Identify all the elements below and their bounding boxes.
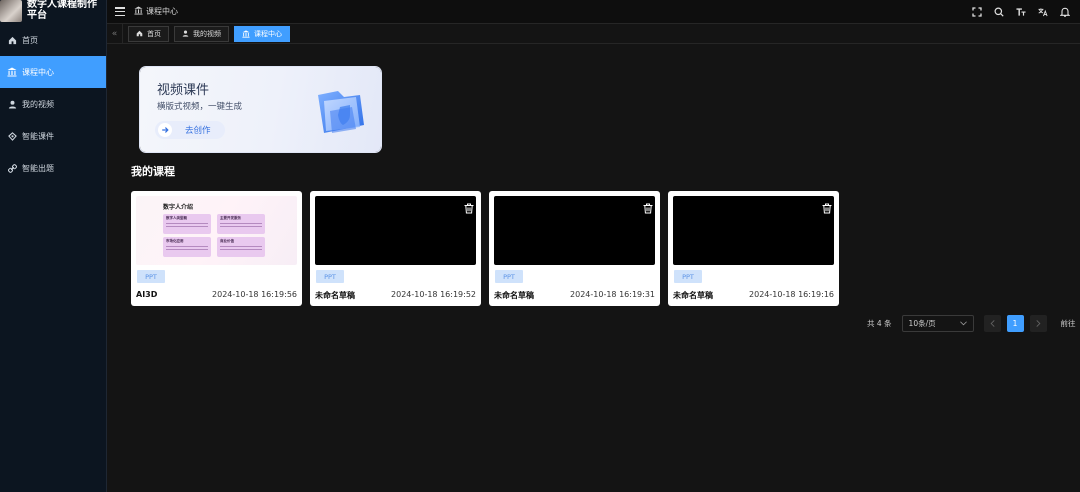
tab-home[interactable]: 首页 (128, 25, 169, 42)
tab-my-videos[interactable]: 我的视频 (174, 25, 229, 42)
delete-icon[interactable] (643, 199, 653, 214)
page-size-select[interactable]: 10条/页 (901, 315, 974, 332)
tags-collapse-icon[interactable]: « (107, 23, 123, 44)
sidebar-item-smart-courseware[interactable]: 智能课件 (0, 120, 106, 152)
ppt-preview-box: 商业价值 (217, 237, 265, 257)
sidebar-item-label: 智能出题 (22, 163, 54, 173)
sidebar-item-label: 我的视频 (22, 99, 54, 109)
course-time: 2024-10-18 16:19:31 (570, 290, 655, 299)
ppt-box-heading: 数字人类型概 (166, 216, 187, 220)
tab-course-center[interactable]: 课程中心 (234, 25, 290, 42)
course-time: 2024-10-18 16:19:16 (749, 290, 834, 299)
course-card[interactable]: PPT 未命名草稿 2024-10-18 16:19:16 (668, 191, 839, 306)
course-name: AI3D (136, 290, 158, 299)
course-type-badge: PPT (674, 270, 702, 283)
course-thumbnail (673, 196, 834, 265)
user-icon (182, 30, 189, 37)
user-icon (7, 99, 17, 109)
pagination-total: 共 4 条 (867, 319, 892, 328)
fullscreen-icon[interactable] (972, 7, 982, 17)
home-icon (136, 30, 143, 37)
delete-icon[interactable] (822, 199, 832, 214)
sidebar-menu: 首页 课程中心 我的视频 智能课件 智能出题 (0, 24, 106, 184)
bank-icon (134, 6, 143, 17)
ppt-preview-box: 主要开发服务 (217, 214, 265, 234)
ppt-box-heading: 商业价值 (220, 239, 234, 243)
ppt-preview-title: 数字人介绍 (163, 204, 194, 211)
breadcrumb-label[interactable]: 课程中心 (146, 6, 178, 17)
main-content: 视频课件 横版式视频，一键生成 去创作 我的课程 数字人介绍 数字人类型概 主要… (107, 45, 1080, 492)
course-time: 2024-10-18 16:19:56 (212, 290, 297, 299)
sidebar-item-smart-quiz[interactable]: 智能出题 (0, 152, 106, 184)
go-create-button[interactable]: 去创作 (155, 121, 225, 139)
course-thumbnail (315, 196, 476, 265)
course-type-badge: PPT (137, 270, 165, 283)
tab-label: 我的视频 (193, 29, 221, 38)
banner-subtitle: 横版式视频，一键生成 (157, 102, 243, 112)
sidebar-item-my-videos[interactable]: 我的视频 (0, 88, 106, 120)
breadcrumb: 课程中心 (134, 6, 178, 17)
font-size-icon[interactable] (1016, 7, 1026, 17)
sidebar: 数字人课程制作平台 首页 课程中心 我的视频 智能课件 智能出题 (0, 0, 107, 492)
tags-view: « 首页 我的视频 课程中心 (107, 23, 1080, 44)
course-name: 未命名草稿 (494, 291, 534, 300)
sidebar-item-course-center[interactable]: 课程中心 (0, 56, 106, 88)
course-card[interactable]: PPT 未命名草稿 2024-10-18 16:19:52 (310, 191, 481, 306)
brand: 数字人课程制作平台 (0, 0, 106, 24)
ppt-box-heading: 主要开发服务 (220, 216, 241, 220)
bell-icon[interactable] (1060, 7, 1070, 17)
sidebar-item-label: 智能课件 (22, 131, 54, 141)
link-icon (7, 163, 17, 173)
brand-title: 数字人课程制作平台 (27, 0, 97, 21)
search-icon[interactable] (994, 7, 1004, 17)
sidebar-item-label: 首页 (22, 35, 38, 45)
ppt-preview-box: 市场化应用 (163, 237, 211, 257)
course-name: 未命名草稿 (315, 291, 355, 300)
chevron-down-icon (959, 319, 967, 328)
prev-page-button[interactable] (983, 315, 1001, 332)
page-number-button[interactable]: 1 (1006, 315, 1024, 332)
bank-icon (7, 67, 17, 77)
course-list: 数字人介绍 数字人类型概 主要开发服务 市场化应用 商业价值 PPT AI3D … (131, 191, 839, 306)
go-create-label: 去创作 (185, 126, 211, 136)
top-bar: 课程中心 (107, 0, 1080, 24)
page-size-value: 10条/页 (908, 319, 936, 328)
tab-label: 课程中心 (254, 29, 282, 38)
sidebar-item-home[interactable]: 首页 (0, 24, 106, 56)
course-card[interactable]: 数字人介绍 数字人类型概 主要开发服务 市场化应用 商业价值 PPT AI3D … (131, 191, 302, 306)
banner-title: 视频课件 (157, 83, 210, 98)
course-type-badge: PPT (495, 270, 523, 283)
ppt-box-heading: 市场化应用 (166, 239, 184, 243)
home-icon (7, 35, 17, 45)
arrow-right-icon (158, 123, 172, 137)
course-type-badge: PPT (316, 270, 344, 283)
brand-avatar (0, 0, 22, 22)
course-name: 未命名草稿 (673, 291, 713, 300)
video-courseware-banner[interactable]: 视频课件 横版式视频，一键生成 去创作 (140, 67, 381, 152)
pagination: 共 4 条 10条/页 1 前往 (867, 315, 1076, 332)
bank-icon (242, 29, 250, 38)
goto-label: 前往 (1060, 319, 1076, 328)
translate-icon[interactable] (1038, 7, 1048, 17)
menu-toggle-icon[interactable] (115, 7, 125, 16)
my-courses-title: 我的课程 (131, 165, 175, 178)
tab-label: 首页 (147, 29, 161, 38)
ppt-preview-box: 数字人类型概 (163, 214, 211, 234)
course-card[interactable]: PPT 未命名草稿 2024-10-18 16:19:31 (489, 191, 660, 306)
delete-icon[interactable] (464, 199, 474, 214)
top-actions (972, 0, 1070, 24)
course-thumbnail: 数字人介绍 数字人类型概 主要开发服务 市场化应用 商业价值 (136, 196, 297, 265)
folder-illustration-icon (310, 85, 370, 137)
course-thumbnail (494, 196, 655, 265)
course-time: 2024-10-18 16:19:52 (391, 290, 476, 299)
sidebar-item-label: 课程中心 (22, 67, 54, 77)
next-page-button[interactable] (1029, 315, 1047, 332)
bulb-icon (7, 131, 17, 141)
